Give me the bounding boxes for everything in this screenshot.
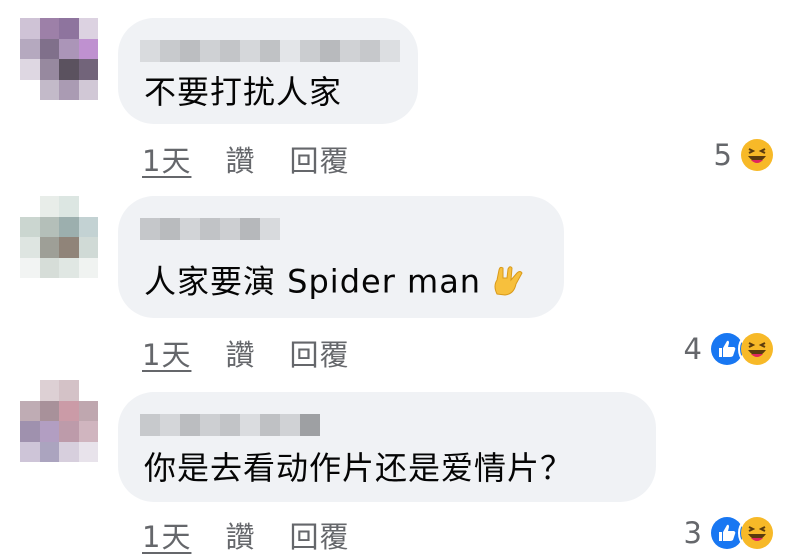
timestamp-link[interactable]: 1天 [142,332,191,374]
haha-icon [738,330,776,368]
comment-thread: 不要打扰人家 1天 讚 回覆 5 人家要演 Spider man 1天 讚 回覆… [0,0,800,560]
avatar[interactable] [20,196,98,278]
comment-actions: 1天 讚 回覆 [142,514,349,556]
reaction-count: 5 [713,138,732,172]
comment-bubble: 人家要演 Spider man [118,196,564,318]
reaction-summary[interactable]: 4 [684,330,776,368]
comment-item: 你是去看动作片还是爱情片？ 1天 讚 回覆 3 [0,380,800,560]
comment-text: 不要打扰人家 [144,73,343,111]
author-name-redacted[interactable] [140,40,400,62]
comment-bubble: 你是去看动作片还是爱情片？ [118,392,656,502]
rock-hand-emoji-icon [489,260,527,307]
comment-text: 人家要演 Spider man [144,260,527,307]
comment-item: 不要打扰人家 1天 讚 回覆 5 [0,18,800,198]
comment-actions: 1天 讚 回覆 [142,332,349,374]
reaction-count: 4 [683,332,702,366]
comment-text: 你是去看动作片还是爱情片？ [144,449,574,487]
reply-button[interactable]: 回覆 [289,332,349,374]
avatar[interactable] [20,380,98,462]
reply-button[interactable]: 回覆 [289,514,349,556]
haha-icon [738,136,776,174]
author-name-redacted[interactable] [140,414,320,436]
reaction-count: 3 [683,516,702,550]
timestamp-link[interactable]: 1天 [142,514,191,556]
author-name-redacted[interactable] [140,218,280,240]
avatar[interactable] [20,18,98,100]
comment-bubble: 不要打扰人家 [118,18,418,124]
like-button[interactable]: 讚 [225,138,255,180]
comment-actions: 1天 讚 回覆 [142,138,349,180]
like-button[interactable]: 讚 [225,332,255,374]
comment-item: 人家要演 Spider man 1天 讚 回覆 4 [0,196,800,376]
reaction-summary[interactable]: 3 [684,514,776,552]
like-button[interactable]: 讚 [225,514,255,556]
timestamp-link[interactable]: 1天 [142,138,191,180]
reaction-summary[interactable]: 5 [714,136,776,174]
haha-icon [738,514,776,552]
reply-button[interactable]: 回覆 [289,138,349,180]
